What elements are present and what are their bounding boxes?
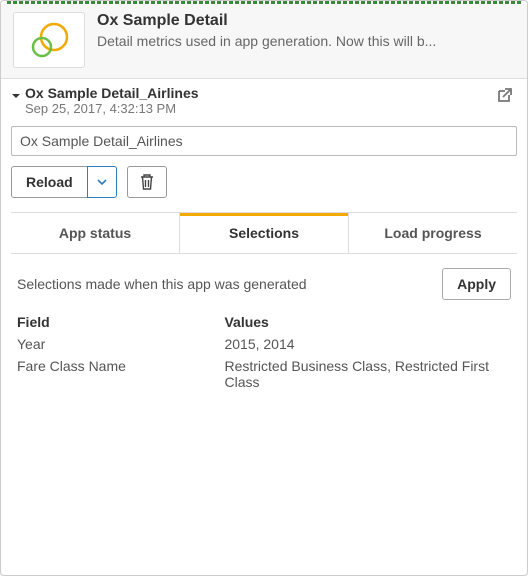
header-text: Ox Sample Detail Detail metrics used in … <box>97 12 515 49</box>
cell-values: Restricted Business Class, Restricted Fi… <box>224 358 511 390</box>
cell-field: Fare Class Name <box>17 358 224 390</box>
selections-description: Selections made when this app was genera… <box>17 276 307 292</box>
cell-values: 2015, 2014 <box>224 336 511 352</box>
external-link-icon <box>495 87 513 105</box>
chevron-down-icon <box>97 177 107 187</box>
detail-panel: Ox Sample Detail Detail metrics used in … <box>0 0 528 576</box>
toolbar: Reload <box>1 166 527 212</box>
tab-load-progress[interactable]: Load progress <box>349 213 517 253</box>
selections-table: Field Values Year 2015, 2014 Fare Class … <box>17 314 511 390</box>
table-header: Field Values <box>17 314 511 330</box>
reload-button[interactable]: Reload <box>11 166 87 198</box>
instance-title: Ox Sample Detail_Airlines <box>25 85 495 101</box>
tab-selections[interactable]: Selections <box>180 213 349 253</box>
reload-dropdown-button[interactable] <box>87 166 117 198</box>
chevron-down-icon <box>11 91 21 101</box>
selections-header-row: Selections made when this app was genera… <box>17 268 511 300</box>
app-logo <box>13 12 85 68</box>
tab-bar: App status Selections Load progress <box>11 212 517 254</box>
tab-app-status[interactable]: App status <box>11 213 180 253</box>
col-header-values: Values <box>224 314 511 330</box>
reload-button-group: Reload <box>11 166 117 198</box>
app-name-input[interactable] <box>11 126 517 156</box>
app-description: Detail metrics used in app generation. N… <box>97 33 515 49</box>
app-title: Ox Sample Detail <box>97 12 515 30</box>
instance-text: Ox Sample Detail_Airlines Sep 25, 2017, … <box>25 85 495 116</box>
open-external-button[interactable] <box>495 87 513 110</box>
apply-button[interactable]: Apply <box>442 268 511 300</box>
cell-field: Year <box>17 336 224 352</box>
trash-icon <box>139 173 155 191</box>
instance-timestamp: Sep 25, 2017, 4:32:13 PM <box>25 101 495 116</box>
table-row: Year 2015, 2014 <box>17 336 511 352</box>
tab-content: Selections made when this app was genera… <box>1 254 527 410</box>
delete-button[interactable] <box>127 166 167 198</box>
instance-header: Ox Sample Detail_Airlines Sep 25, 2017, … <box>1 79 527 120</box>
panel-header: Ox Sample Detail Detail metrics used in … <box>1 4 527 79</box>
table-row: Fare Class Name Restricted Business Clas… <box>17 358 511 390</box>
collapse-toggle[interactable] <box>11 88 25 106</box>
rings-icon <box>25 20 73 60</box>
col-header-field: Field <box>17 314 224 330</box>
